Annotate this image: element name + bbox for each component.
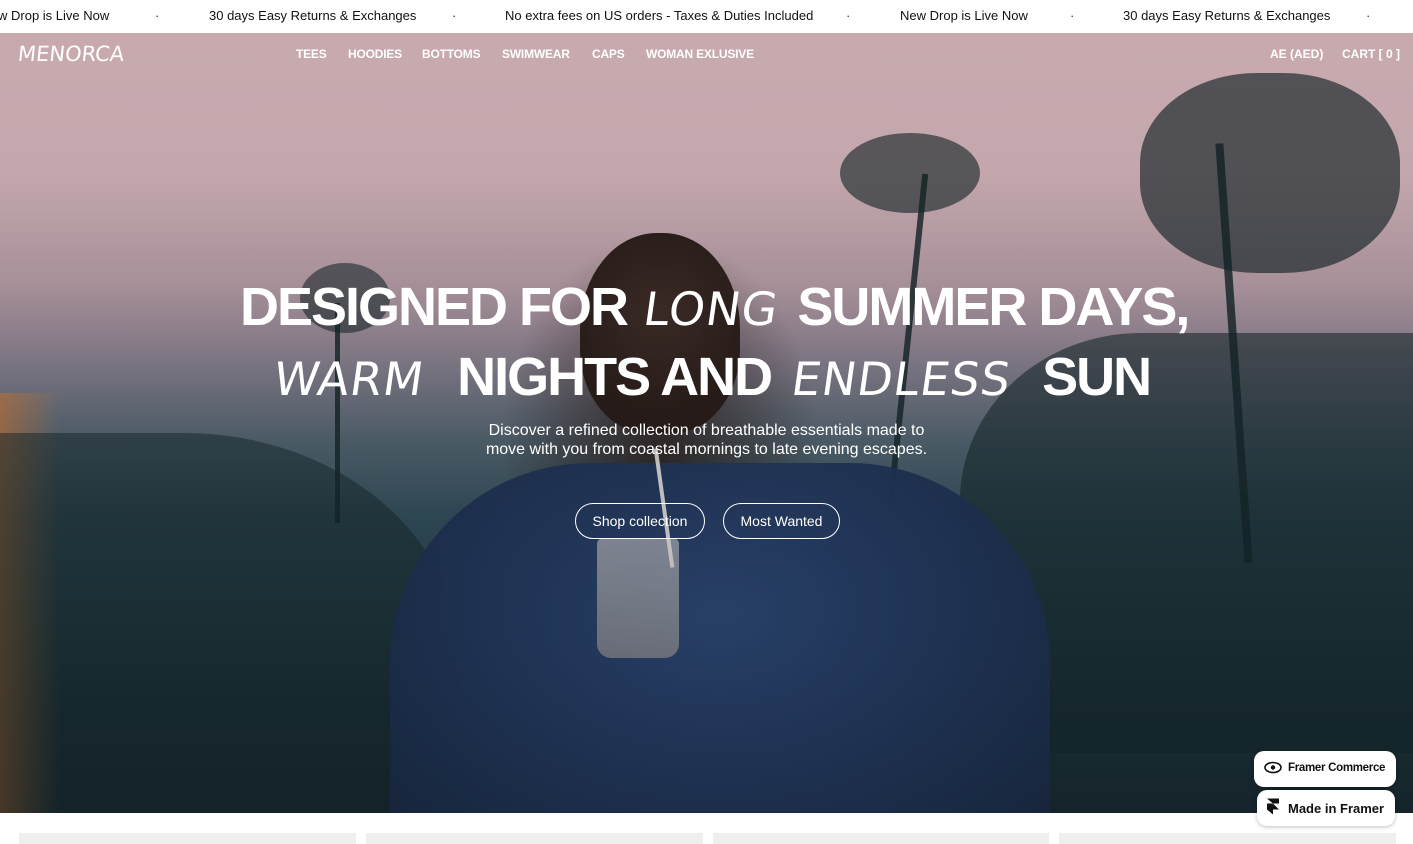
- announcement-separator: ·: [452, 8, 457, 23]
- headline-text: DESIGNED FOR: [240, 277, 629, 337]
- made-in-framer-badge[interactable]: Made in Framer: [1257, 790, 1395, 826]
- made-in-framer-label: Made in Framer: [1288, 801, 1385, 816]
- nav-item-tees[interactable]: TEES: [296, 47, 327, 61]
- headline-text: NIGHTS AND: [457, 347, 773, 407]
- framer-logo-icon: [1267, 798, 1279, 818]
- product-card[interactable]: [1059, 833, 1396, 844]
- announcement-separator: ·: [155, 8, 160, 23]
- framer-commerce-icon: [1264, 761, 1282, 777]
- brand-logo[interactable]: MENORCA: [17, 42, 126, 66]
- hero-glass: [597, 538, 679, 658]
- announcement-separator: ·: [846, 8, 851, 23]
- product-card[interactable]: [366, 833, 703, 844]
- hero-person-shirt: [390, 463, 1050, 813]
- nav-item-swimwear[interactable]: SWIMWEAR: [502, 47, 570, 61]
- announcement-separator: ·: [1070, 8, 1075, 23]
- shop-collection-button[interactable]: Shop collection: [575, 503, 705, 539]
- nav-item-woman-exclusive[interactable]: WOMAN EXLUSIVE: [646, 47, 754, 61]
- product-card[interactable]: [19, 833, 356, 844]
- framer-commerce-label: Framer Commerce: [1288, 762, 1386, 774]
- framer-commerce-badge[interactable]: Framer Commerce: [1254, 751, 1396, 787]
- nav-item-bottoms[interactable]: BOTTOMS: [422, 47, 481, 61]
- headline-script-text: ENDLESS: [788, 352, 1015, 406]
- palm-fronds: [840, 133, 980, 213]
- announcement-message: New Drop is Live Now: [900, 8, 1028, 23]
- announcement-message: No extra fees on US orders - Taxes & Dut…: [505, 8, 814, 23]
- headline-text: SUMMER DAYS,: [797, 277, 1190, 337]
- nav-item-hoodies[interactable]: HOODIES: [348, 47, 402, 61]
- nav-item-caps[interactable]: CAPS: [592, 47, 625, 61]
- product-card[interactable]: [713, 833, 1049, 844]
- currency-selector[interactable]: AE (AED): [1270, 47, 1323, 61]
- most-wanted-button[interactable]: Most Wanted: [723, 503, 840, 539]
- hero-subtitle: Discover a refined collection of breatha…: [0, 421, 1413, 459]
- hero-subtitle-line: move with you from coastal mornings to l…: [485, 441, 928, 458]
- announcement-track: w Drop is Live Now · 30 days Easy Return…: [0, 0, 1413, 33]
- announcement-message: 30 days Easy Returns & Exchanges: [209, 8, 417, 23]
- palm-fronds: [1140, 73, 1400, 273]
- headline-script-text: LONG: [640, 282, 783, 336]
- announcement-bar: w Drop is Live Now · 30 days Easy Return…: [0, 0, 1413, 33]
- announcement-separator: ·: [1366, 8, 1371, 23]
- headline-text: SUN: [1042, 347, 1152, 407]
- announcement-message: w Drop is Live Now: [0, 8, 110, 23]
- cart-button[interactable]: CART [ 0 ]: [1342, 47, 1400, 61]
- hero-subtitle-line: Discover a refined collection of breatha…: [488, 422, 925, 439]
- headline-script-text: WARM: [270, 352, 428, 406]
- announcement-message: 30 days Easy Returns & Exchanges: [1123, 8, 1331, 23]
